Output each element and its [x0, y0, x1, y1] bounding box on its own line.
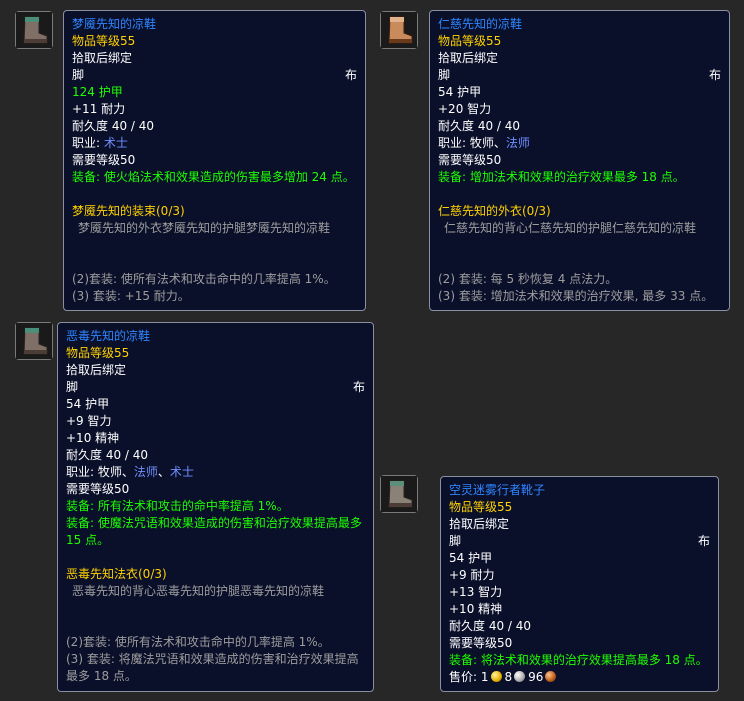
stamina-stat: +9 耐力 — [449, 568, 495, 582]
set-name: 恶毒先知法衣(0/3) — [66, 567, 167, 581]
slot-row: 脚 布 — [449, 533, 710, 550]
stamina-stat: +11 耐力 — [72, 102, 126, 116]
intellect-stat: +9 智力 — [66, 414, 112, 428]
set-bonus: (3) 套装: 增加法术和效果的治疗效果, 最多 33 点。 — [438, 289, 714, 303]
class-label: 职业: — [66, 465, 98, 479]
armor-stat: 54 护甲 — [449, 551, 493, 565]
slot: 脚 — [66, 380, 79, 394]
class-separator: 、 — [157, 465, 170, 479]
set-name: 梦魇先知的装束(0/3) — [72, 204, 185, 218]
gold-coin-icon — [490, 671, 502, 682]
intellect-stat: +13 智力 — [449, 585, 503, 599]
armor-type: 布 — [344, 68, 357, 82]
equip-effect: 装备: 所有法术和攻击的命中率提高 1%。 — [66, 499, 289, 513]
item-icon-2[interactable] — [380, 11, 418, 49]
boots-icon — [381, 12, 417, 48]
sell-label: 售价: — [449, 670, 481, 684]
item-level: 物品等级55 — [449, 500, 513, 514]
slot: 脚 — [438, 68, 451, 82]
level-requirement: 需要等级50 — [66, 482, 130, 496]
equip-effect: 装备: 使魔法咒语和效果造成的伤害和治疗效果提高最多 15 点。 — [66, 516, 362, 547]
class-label: 职业: — [438, 136, 470, 150]
set-bonus: (2)套装: 使所有法术和攻击命中的几率提高 1%。 — [66, 635, 330, 649]
silver-coin-icon — [514, 671, 526, 682]
bind-type: 拾取后绑定 — [66, 363, 127, 377]
boots-icon — [16, 323, 52, 359]
set-name: 仁慈先知的外衣(0/3) — [438, 204, 551, 218]
level-requirement: 需要等级50 — [72, 153, 136, 167]
class-separator: 、 — [493, 136, 506, 150]
class-requirement: 职业: 术士 — [72, 135, 357, 152]
armor-stat: 54 护甲 — [438, 85, 482, 99]
item-name: 梦魇先知的凉鞋 — [72, 17, 157, 31]
armor-type: 布 — [352, 380, 365, 394]
armor-stat: 54 护甲 — [66, 397, 110, 411]
set-bonus: (2)套装: 使所有法术和攻击命中的几率提高 1%。 — [72, 272, 336, 286]
set-bonus: (2) 套装: 每 5 秒恢复 4 点法力。 — [438, 272, 618, 286]
gold-amount: 1 — [480, 670, 489, 684]
equip-effect: 装备: 增加法术和效果的治疗效果最多 18 点。 — [438, 170, 685, 184]
bind-type: 拾取后绑定 — [449, 517, 510, 531]
armor-type: 布 — [708, 68, 721, 82]
set-bonus: (3) 套装: +15 耐力。 — [72, 289, 190, 303]
equip-effect: 装备: 将法术和效果的治疗效果提高最多 18 点。 — [449, 653, 708, 667]
item-name: 仁慈先知的凉鞋 — [438, 17, 523, 31]
slot: 脚 — [449, 534, 462, 548]
item-tooltip: 梦魇先知的凉鞋 物品等级55 拾取后绑定 脚 布 124 护甲 +11 耐力 耐… — [63, 10, 366, 311]
copper-amount: 96 — [528, 670, 544, 684]
item-level: 物品等级55 — [66, 346, 130, 360]
armor-type: 布 — [697, 534, 710, 548]
class-requirement: 职业: 牧师、法师 — [438, 135, 721, 152]
item-level: 物品等级55 — [438, 34, 502, 48]
spirit-stat: +10 精神 — [66, 431, 120, 445]
sell-price: 售价: 1 8 96 — [449, 669, 710, 686]
slot-row: 脚 布 — [438, 67, 721, 84]
boots-icon — [381, 476, 417, 512]
armor-stat: 124 护甲 — [72, 85, 123, 99]
class-requirement: 职业: 牧师、法师、术士 — [66, 464, 365, 481]
item-icon-4[interactable] — [380, 475, 418, 513]
class-priest: 牧师 — [469, 136, 494, 150]
slot-row: 脚 布 — [66, 379, 365, 396]
spirit-stat: +10 精神 — [449, 602, 503, 616]
class-warlock: 术士 — [103, 136, 128, 150]
set-pieces: 梦魇先知的外衣梦魇先知的护腿梦魇先知的凉鞋 — [78, 221, 331, 235]
item-icon-3[interactable] — [15, 322, 53, 360]
durability: 耐久度 40 / 40 — [66, 448, 149, 462]
item-name: 空灵迷雾行者靴子 — [449, 483, 546, 497]
level-requirement: 需要等级50 — [449, 636, 513, 650]
item-icon-1[interactable] — [15, 11, 53, 49]
durability: 耐久度 40 / 40 — [449, 619, 532, 633]
class-separator: 、 — [121, 465, 134, 479]
slot-row: 脚 布 — [72, 67, 357, 84]
class-priest: 牧师 — [97, 465, 122, 479]
set-bonus: (3) 套装: 将魔法咒语和效果造成的伤害和治疗效果提高最多 18 点。 — [66, 652, 359, 683]
equip-effect: 装备: 使火焰法术和效果造成的伤害最多增加 24 点。 — [72, 170, 355, 184]
class-mage: 法师 — [133, 465, 158, 479]
item-tooltip: 仁慈先知的凉鞋 物品等级55 拾取后绑定 脚 布 54 护甲 +20 智力 耐久… — [429, 10, 730, 311]
boots-icon — [16, 12, 52, 48]
bind-type: 拾取后绑定 — [72, 51, 133, 65]
set-pieces: 仁慈先知的背心仁慈先知的护腿仁慈先知的凉鞋 — [444, 221, 697, 235]
silver-amount: 8 — [504, 670, 513, 684]
item-level: 物品等级55 — [72, 34, 136, 48]
copper-coin-icon — [545, 671, 557, 682]
item-tooltip: 恶毒先知的凉鞋 物品等级55 拾取后绑定 脚 布 54 护甲 +9 智力 +10… — [57, 322, 374, 692]
class-warlock: 术士 — [169, 465, 194, 479]
set-pieces: 恶毒先知的背心恶毒先知的护腿恶毒先知的凉鞋 — [72, 584, 325, 598]
durability: 耐久度 40 / 40 — [438, 119, 521, 133]
level-requirement: 需要等级50 — [438, 153, 502, 167]
durability: 耐久度 40 / 40 — [72, 119, 155, 133]
item-name: 恶毒先知的凉鞋 — [66, 329, 151, 343]
class-mage: 法师 — [505, 136, 530, 150]
slot: 脚 — [72, 68, 85, 82]
item-tooltip: 空灵迷雾行者靴子 物品等级55 拾取后绑定 脚 布 54 护甲 +9 耐力 +1… — [440, 476, 719, 692]
intellect-stat: +20 智力 — [438, 102, 492, 116]
bind-type: 拾取后绑定 — [438, 51, 499, 65]
class-label: 职业: — [72, 136, 104, 150]
